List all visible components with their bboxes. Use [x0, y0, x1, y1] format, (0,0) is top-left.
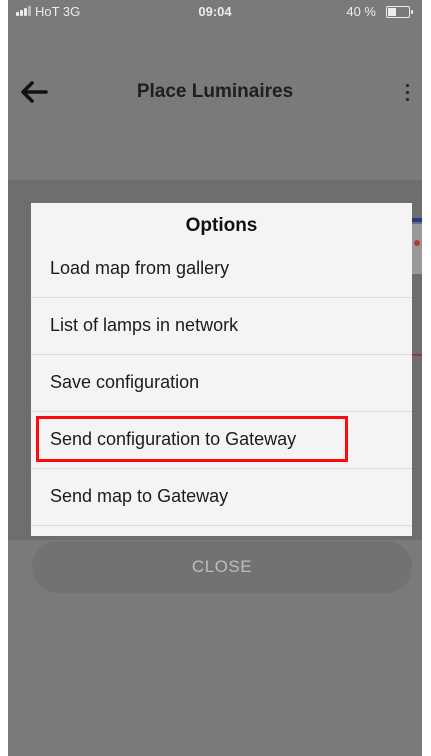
menu-item-list-lamps[interactable]: List of lamps in network: [31, 298, 412, 355]
more-vertical-icon[interactable]: [400, 78, 414, 106]
menu-item-label: Load map from gallery: [50, 258, 230, 278]
app-header: Place Luminaires: [8, 60, 422, 124]
battery-percent: 40 %: [346, 4, 376, 19]
dialog-title: Options: [185, 215, 258, 236]
menu-item-label: Save configuration: [50, 372, 200, 392]
status-bar: HoT 3G 09:04 40 %: [8, 0, 422, 22]
battery-icon: [386, 6, 413, 18]
options-dialog: Options Load map from gallery List of la…: [31, 203, 412, 536]
menu-item-label: Send map to Gateway: [50, 486, 229, 506]
menu-item-save-configuration[interactable]: Save configuration: [31, 355, 412, 412]
menu-item-label: List of lamps in network: [50, 315, 239, 335]
menu-item-label: Send configuration to Gateway: [50, 429, 297, 449]
menu-item-load-map[interactable]: Load map from gallery: [31, 241, 412, 298]
phone-screen: HoT 3G 09:04 40 % Place Luminaires Optio…: [8, 0, 422, 756]
page-title: Place Luminaires: [136, 81, 294, 102]
close-button[interactable]: CLOSE: [32, 541, 412, 593]
menu-item-send-configuration[interactable]: Send configuration to Gateway: [31, 412, 412, 469]
menu-item-send-map[interactable]: Send map to Gateway: [31, 469, 412, 526]
